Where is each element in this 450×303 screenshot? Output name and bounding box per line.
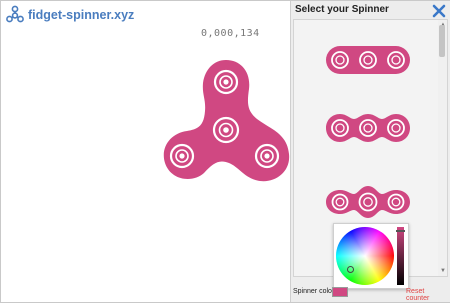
spin-counter: 0,000,134 (201, 28, 260, 39)
options-scrollbar[interactable]: ▲ ▼ (438, 19, 448, 277)
spinner-logo-icon (5, 5, 25, 25)
scroll-down-arrow-icon[interactable]: ▼ (440, 268, 446, 274)
panel-title: Select your Spinner (295, 4, 389, 15)
close-icon[interactable] (431, 3, 447, 19)
spinner-color-swatch[interactable] (332, 287, 348, 297)
color-picker-popup (333, 223, 409, 289)
brightness-slider-handle[interactable] (396, 230, 405, 232)
logo[interactable]: fidget-spinner.xyz (5, 5, 134, 25)
spinner-color-label: Spinner color (293, 288, 335, 295)
brightness-slider[interactable] (396, 227, 405, 285)
spinner-option-3[interactable] (325, 185, 411, 224)
color-wheel-cursor[interactable] (347, 266, 354, 273)
logo-text: fidget-spinner.xyz (28, 8, 135, 22)
main-spinner[interactable] (159, 59, 293, 188)
app-window: fidget-spinner.xyz 0,000,134 Select your… (0, 0, 450, 303)
reset-counter-link[interactable]: Reset counter (406, 288, 449, 302)
scroll-thumb[interactable] (439, 25, 445, 57)
color-wheel[interactable] (336, 227, 394, 285)
spinner-option-2[interactable] (325, 113, 411, 148)
spinner-option-1[interactable] (325, 45, 411, 80)
